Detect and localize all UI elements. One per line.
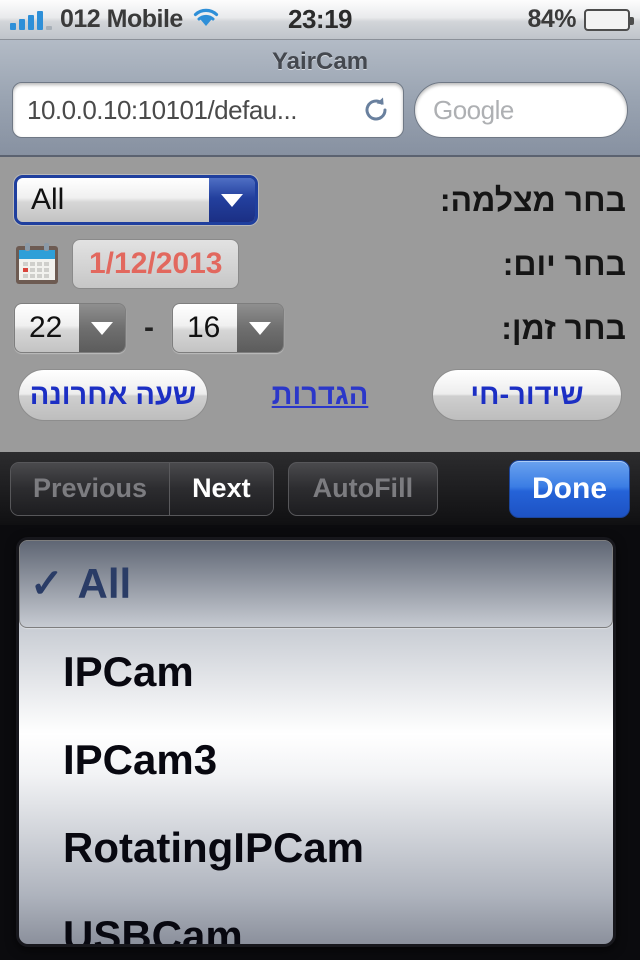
- iphone-screen: 012 Mobile 23:19 84% YairCam 10.0.0.10:1…: [0, 0, 640, 960]
- time-hour-select[interactable]: 22: [14, 303, 126, 353]
- day-row: בחר יום: 1/12/2013: [14, 239, 626, 289]
- camera-select-value: All: [17, 178, 209, 222]
- page-title: YairCam: [271, 48, 369, 75]
- picker-option-label: RotatingIPCam: [63, 824, 365, 871]
- form-accessory-bar: Previous Next AutoFill Done: [0, 452, 640, 525]
- status-bar: 012 Mobile 23:19 84%: [0, 0, 640, 40]
- browser-chrome: YairCam 10.0.0.10:10101/defau... Google: [0, 40, 640, 157]
- picker-option-ipcam3[interactable]: IPCam3: [19, 716, 613, 804]
- last-hour-button[interactable]: שעה אחרונה: [18, 369, 208, 421]
- camera-select[interactable]: All: [14, 175, 258, 225]
- url-text: 10.0.0.10:10101/defau...: [27, 94, 297, 125]
- done-button[interactable]: Done: [509, 459, 630, 518]
- picker-option-label: IPCam: [63, 648, 194, 695]
- calendar-icon[interactable]: [14, 241, 60, 287]
- action-buttons-row: שעה אחרונה הגדרות שידור-חי: [14, 367, 626, 421]
- camera-row: בחר מצלמה: All: [14, 175, 626, 225]
- search-input[interactable]: Google: [414, 82, 628, 138]
- last-hour-label: שעה אחרונה: [29, 378, 197, 411]
- previous-button[interactable]: Previous: [11, 462, 170, 515]
- status-bar-right: 84%: [527, 5, 634, 34]
- autofill-button[interactable]: AutoFill: [287, 461, 439, 516]
- time-minute-value: 16: [173, 304, 237, 352]
- picker-option-label: USBCam: [63, 912, 243, 947]
- next-button[interactable]: Next: [169, 462, 273, 515]
- settings-link[interactable]: הגדרות: [272, 379, 369, 412]
- time-separator: -: [144, 311, 154, 344]
- picker-option-all[interactable]: ✓ All: [19, 540, 613, 628]
- picker-option-rotatingipcam[interactable]: RotatingIPCam: [19, 804, 613, 892]
- checkmark-icon: ✓: [30, 562, 64, 606]
- camera-control: All: [14, 175, 258, 225]
- picker-option-label: All: [77, 560, 132, 607]
- time-label: בחר זמן:: [501, 309, 626, 346]
- date-input[interactable]: 1/12/2013: [72, 239, 240, 289]
- prev-next-segment: Previous Next: [10, 461, 274, 516]
- chevron-down-icon: [237, 304, 283, 352]
- date-value: 1/12/2013: [89, 247, 223, 280]
- picker-option-usbcam[interactable]: USBCam: [19, 892, 613, 947]
- live-broadcast-button[interactable]: שידור-חי: [432, 369, 622, 421]
- day-label: בחר יום:: [502, 245, 626, 282]
- time-row: בחר זמן: 22 - 16: [14, 303, 626, 353]
- camera-label: בחר מצלמה:: [439, 181, 626, 218]
- camera-picker[interactable]: ✓ All IPCam IPCam3 RotatingIPCam USBCam: [16, 537, 616, 947]
- address-bar-row: 10.0.0.10:10101/defau... Google: [0, 76, 640, 138]
- battery-percent-label: 84%: [527, 5, 576, 33]
- picker-option-ipcam[interactable]: IPCam: [19, 628, 613, 716]
- battery-icon: [584, 8, 634, 31]
- picker-option-label: IPCam3: [63, 736, 218, 783]
- chevron-down-icon: [209, 178, 255, 222]
- day-control: 1/12/2013: [14, 239, 240, 289]
- live-broadcast-label: שידור-חי: [470, 378, 584, 411]
- time-control: 22 - 16: [14, 303, 284, 353]
- time-hour-value: 22: [15, 304, 79, 352]
- url-input[interactable]: 10.0.0.10:10101/defau...: [12, 82, 404, 138]
- time-minute-select[interactable]: 16: [172, 303, 284, 353]
- reload-icon[interactable]: [361, 95, 391, 125]
- chevron-down-icon: [79, 304, 125, 352]
- search-placeholder: Google: [433, 94, 514, 125]
